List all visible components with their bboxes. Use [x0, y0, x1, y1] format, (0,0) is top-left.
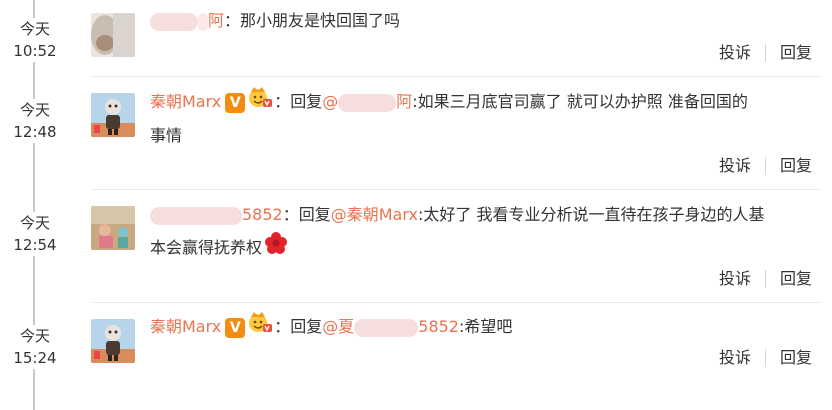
verified-v-icon: V [225, 317, 246, 338]
divider [91, 76, 822, 77]
action-separator [764, 270, 766, 288]
author-name-tail[interactable]: 5852 [242, 205, 283, 224]
report-button[interactable]: 投诉 [719, 155, 751, 177]
redacted-username [150, 12, 198, 31]
mention-tail[interactable]: 5852 [418, 317, 459, 336]
divider [91, 302, 822, 303]
comment-body: 秦朝Marx V ：回复@ 阿:如果三月底官司赢了 就可以办护照 准备回国的 事情 [150, 85, 822, 152]
time-clock: 12:48 [13, 123, 57, 141]
comment-text: ：那小朋友是快回国了吗 [224, 11, 401, 30]
time-label: 今天 10:52 [0, 18, 70, 62]
action-separator [764, 44, 766, 62]
author-name[interactable]: 秦朝Marx [150, 317, 221, 336]
avatar[interactable] [91, 93, 135, 137]
comment-body: 秦朝Marx V ：回复@夏 5852:希望吧 [150, 310, 822, 344]
comment-body: 阿：那小朋友是快回国了吗 [150, 4, 822, 37]
reply-button[interactable]: 回复 [780, 347, 812, 369]
reply-word: ：回复 [274, 317, 323, 336]
redacted-username [150, 206, 242, 225]
comment-actions: 投诉 回复 [719, 155, 812, 177]
comment-actions: 投诉 回复 [719, 42, 812, 64]
action-separator [764, 349, 766, 367]
report-button[interactable]: 投诉 [719, 268, 751, 290]
divider [91, 189, 822, 190]
avatar[interactable] [91, 206, 135, 250]
mention-link[interactable]: @秦朝Marx [331, 205, 418, 224]
time-label: 今天 15:24 [0, 325, 70, 369]
avatar[interactable] [91, 13, 135, 57]
reply-button[interactable]: 回复 [780, 155, 812, 177]
reply-word: ：回复 [282, 205, 331, 224]
comment-text: :如果三月底官司赢了 就可以办护照 准备回国的 [412, 92, 748, 111]
comment-actions: 投诉 回复 [719, 347, 812, 369]
member-crown-icon [248, 86, 273, 119]
time-clock: 15:24 [13, 349, 57, 367]
comment-list: 今天 10:52 阿：那小朋友是快回国了吗 投诉 回复 今天 12:48 秦朝M… [0, 0, 832, 410]
mention-link[interactable]: @ [322, 92, 338, 111]
avatar[interactable] [91, 319, 135, 363]
verified-v-icon: V [225, 92, 246, 113]
username-tail[interactable]: 阿 [208, 11, 224, 30]
comment-text: :希望吧 [458, 317, 513, 336]
reply-button[interactable]: 回复 [780, 268, 812, 290]
time-day: 今天 [19, 20, 50, 38]
reply-button[interactable]: 回复 [780, 42, 812, 64]
report-button[interactable]: 投诉 [719, 42, 751, 64]
author-name[interactable]: 秦朝Marx [150, 92, 221, 111]
time-clock: 10:52 [13, 42, 57, 60]
member-crown-icon [248, 311, 273, 344]
redacted-mention [354, 318, 419, 337]
mention-link[interactable]: @夏 [322, 317, 354, 336]
report-button[interactable]: 投诉 [719, 347, 751, 369]
time-day: 今天 [19, 101, 50, 119]
comment-text-continued: 事情 [150, 126, 183, 145]
comment-body: 5852：回复@秦朝Marx:太好了 我看专业分析说一直待在孩子身边的人基 本会… [150, 198, 822, 266]
mention-tail[interactable]: 阿 [396, 92, 412, 111]
time-label: 今天 12:54 [0, 212, 70, 256]
reply-word: ：回复 [274, 92, 323, 111]
redacted-mention [338, 93, 397, 112]
time-clock: 12:54 [13, 236, 57, 254]
action-separator [764, 157, 766, 175]
comment-actions: 投诉 回复 [719, 268, 812, 290]
flower-emoji-icon [264, 231, 288, 266]
time-day: 今天 [19, 327, 50, 345]
time-day: 今天 [19, 214, 50, 232]
time-label: 今天 12:48 [0, 99, 70, 143]
comment-text: :太好了 我看专业分析说一直待在孩子身边的人基 [417, 205, 765, 224]
comment-text-continued: 本会赢得抚养权 [150, 238, 263, 257]
